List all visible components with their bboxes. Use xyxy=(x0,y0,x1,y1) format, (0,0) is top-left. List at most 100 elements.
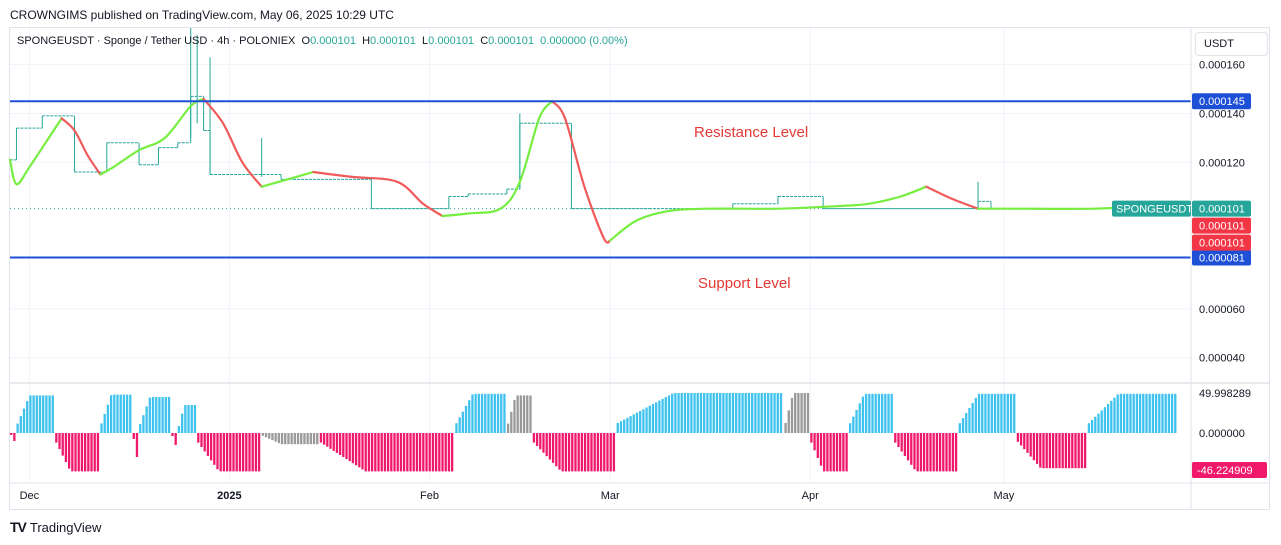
histogram-bar xyxy=(1161,393,1164,433)
histogram-bar xyxy=(655,402,658,433)
histogram-bar xyxy=(225,433,229,472)
histogram-bar xyxy=(116,394,119,433)
histogram-bar xyxy=(77,433,80,472)
histogram-bar xyxy=(125,394,129,433)
histogram-bar xyxy=(632,414,635,433)
histogram-bar xyxy=(254,433,258,472)
ma-segment-down xyxy=(60,117,102,176)
histogram-bar xyxy=(87,433,90,472)
histogram-bar xyxy=(500,393,503,433)
histogram-bar xyxy=(516,395,519,433)
histogram-bar xyxy=(316,433,319,445)
currency-button[interactable]: USDT xyxy=(1195,32,1268,56)
histogram-bar xyxy=(874,393,877,433)
histogram-bar xyxy=(471,394,474,433)
histogram-bar xyxy=(197,433,200,443)
histogram-bar xyxy=(948,433,951,472)
histogram-bar xyxy=(184,405,187,433)
histogram-bar xyxy=(1051,433,1055,469)
histogram-bar xyxy=(1055,433,1058,469)
histogram-bar xyxy=(354,433,358,466)
histogram-bar xyxy=(790,397,794,433)
histogram-bar xyxy=(1058,433,1061,469)
histogram-bar xyxy=(268,433,271,439)
histogram-bar xyxy=(1145,393,1148,433)
price-tick-label: 0.000120 xyxy=(1199,157,1245,169)
time-tick-label: Feb xyxy=(420,490,439,502)
symbol-description: SPONGEUSDT · Sponge / Tether USD · 4h · … xyxy=(17,35,296,47)
histogram-bar xyxy=(1029,433,1032,457)
histogram-bar xyxy=(64,433,68,463)
histogram-bar xyxy=(399,433,403,472)
histogram-bar xyxy=(816,433,819,458)
histogram-bar xyxy=(22,408,26,433)
histogram-bar xyxy=(431,433,435,472)
histogram-bar xyxy=(787,410,790,433)
histogram-bar xyxy=(474,393,477,433)
histogram-bar xyxy=(418,433,422,472)
histogram-bar xyxy=(171,433,174,436)
histogram-bar xyxy=(280,433,284,445)
histogram-bar xyxy=(142,415,145,433)
histogram-bar xyxy=(539,433,542,450)
price-tick-label: 0.000140 xyxy=(1199,108,1245,120)
price-tick-label: 0.000160 xyxy=(1199,60,1245,72)
histogram-bar xyxy=(848,423,852,433)
histogram-bar xyxy=(942,433,945,472)
histogram-bar xyxy=(425,433,428,472)
support-annotation: Support Level xyxy=(698,275,791,292)
histogram-bar xyxy=(919,433,923,472)
histogram-bar xyxy=(829,433,832,472)
histogram-bar xyxy=(235,433,238,472)
histogram-bar xyxy=(667,395,671,433)
histogram-bar xyxy=(522,395,526,433)
histogram-bar xyxy=(741,393,744,433)
high-value: 0.000101 xyxy=(370,35,416,47)
histogram-bar xyxy=(1142,393,1145,433)
low-value: 0.000101 xyxy=(428,35,475,47)
histogram-bar xyxy=(735,393,738,433)
histogram-bar xyxy=(100,423,103,433)
histogram-bar xyxy=(496,393,500,433)
histogram-bar xyxy=(551,433,555,463)
histogram-bar xyxy=(984,393,987,433)
histogram-bar xyxy=(1045,433,1048,469)
histogram-bar xyxy=(1061,433,1064,469)
histogram-bar xyxy=(232,433,235,472)
histogram-bar xyxy=(503,393,506,433)
histogram-bar xyxy=(965,413,968,433)
histogram-bar xyxy=(51,395,54,433)
histogram-bar xyxy=(935,433,939,472)
histogram-bar xyxy=(348,433,351,462)
chart-canvas[interactable]: 0.000160 0.000140 0.000120 0.000060 0.000040… xyxy=(0,0,1281,545)
histogram-bar xyxy=(1071,433,1074,469)
histogram-bar xyxy=(623,419,626,433)
symbol-legend: SPONGEUSDT · Sponge / Tether USD · 4h · … xyxy=(17,35,628,47)
histogram-bar xyxy=(109,395,113,433)
histogram-bar xyxy=(658,400,661,433)
footer-brand[interactable]: TV TradingView xyxy=(10,519,101,535)
histogram-bar xyxy=(274,433,277,442)
histogram-bar xyxy=(1110,400,1113,433)
histogram-bar xyxy=(606,433,609,472)
histogram-bar xyxy=(113,394,116,433)
histogram-bar xyxy=(332,433,335,451)
histogram-bar xyxy=(693,393,696,433)
histogram-bar xyxy=(319,433,323,443)
histogram-bar xyxy=(813,433,816,451)
histogram-bar xyxy=(1090,420,1094,433)
histogram-bar xyxy=(1035,433,1039,464)
osc-min-tag-label: -46.224909 xyxy=(1197,465,1253,477)
time-tick-label: 2025 xyxy=(217,490,241,502)
time-tick-label: Dec xyxy=(20,490,40,502)
price-tick-label: 0.000040 xyxy=(1199,353,1245,365)
histogram-bar xyxy=(954,433,958,472)
histogram-bar xyxy=(687,393,690,433)
histogram-bar xyxy=(45,395,48,433)
histogram-bar xyxy=(238,433,242,472)
histogram-bar xyxy=(648,405,651,433)
histogram-bar xyxy=(1019,433,1023,446)
histogram-bar xyxy=(248,433,251,472)
histogram-bar xyxy=(635,412,639,433)
histogram-bar xyxy=(926,433,929,472)
